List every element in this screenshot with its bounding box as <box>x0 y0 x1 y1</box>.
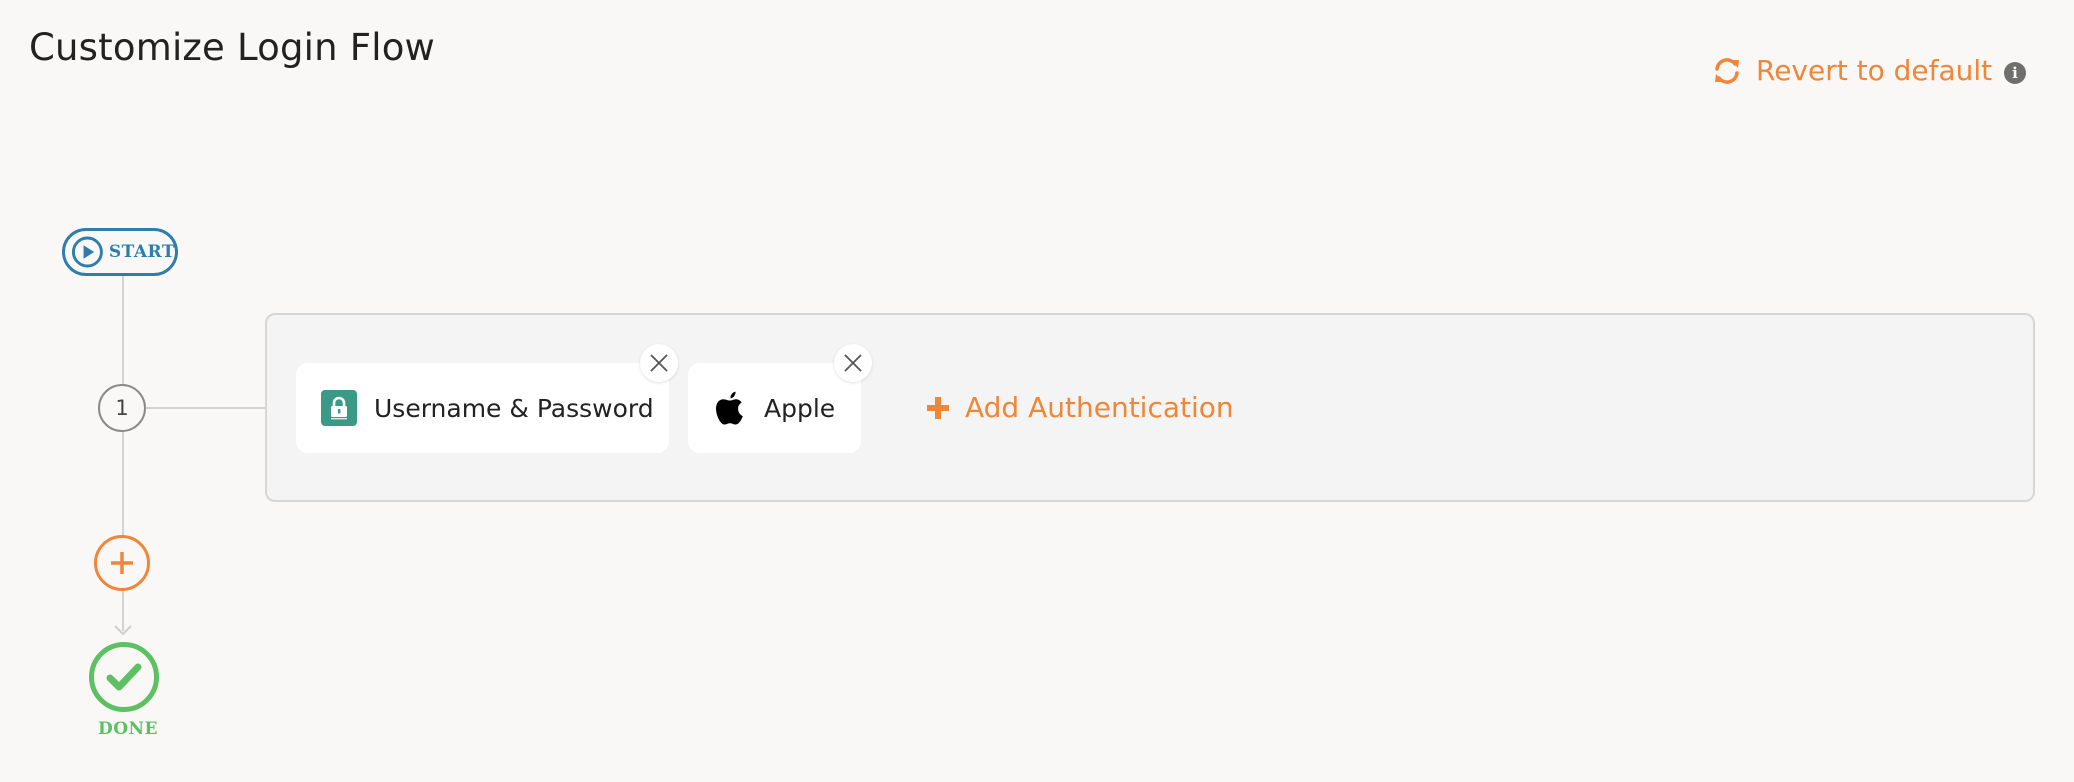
done-label: DONE <box>97 719 159 739</box>
refresh-icon <box>1715 57 1739 84</box>
auth-method-apple[interactable]: Apple <box>688 363 861 453</box>
connector-start-step <box>122 276 124 384</box>
arrow-down-icon <box>114 625 132 636</box>
checkmark-icon <box>106 663 142 691</box>
auth-method-username-password[interactable]: Username & Password <box>296 363 669 453</box>
info-icon[interactable]: i <box>2004 62 2026 84</box>
apple-icon <box>714 389 746 427</box>
connector-step-panel <box>146 407 266 409</box>
plus-icon <box>927 396 949 419</box>
lock-icon <box>321 390 357 426</box>
close-icon <box>844 354 862 372</box>
add-authentication-label: Add Authentication <box>965 391 1234 424</box>
add-authentication-button[interactable]: Add Authentication <box>925 391 1234 424</box>
auth-method-label: Username & Password <box>374 393 654 423</box>
close-icon <box>650 354 668 372</box>
start-label: START <box>108 242 175 262</box>
auth-method-label: Apple <box>764 393 836 423</box>
start-node: START <box>62 228 178 276</box>
revert-to-default-button[interactable]: Revert to default <box>1712 54 1992 87</box>
add-step-button[interactable] <box>94 535 150 591</box>
login-flow-page: Customize Login Flow Revert to default i… <box>0 0 2074 782</box>
plus-icon <box>111 552 133 574</box>
play-icon <box>71 236 103 268</box>
connector-step-add <box>122 432 124 535</box>
page-title: Customize Login Flow <box>29 26 436 69</box>
step-number: 1 <box>98 384 146 432</box>
remove-apple-button[interactable] <box>834 344 872 382</box>
remove-username-password-button[interactable] <box>640 344 678 382</box>
done-node <box>89 642 159 712</box>
revert-label: Revert to default <box>1756 54 1993 87</box>
